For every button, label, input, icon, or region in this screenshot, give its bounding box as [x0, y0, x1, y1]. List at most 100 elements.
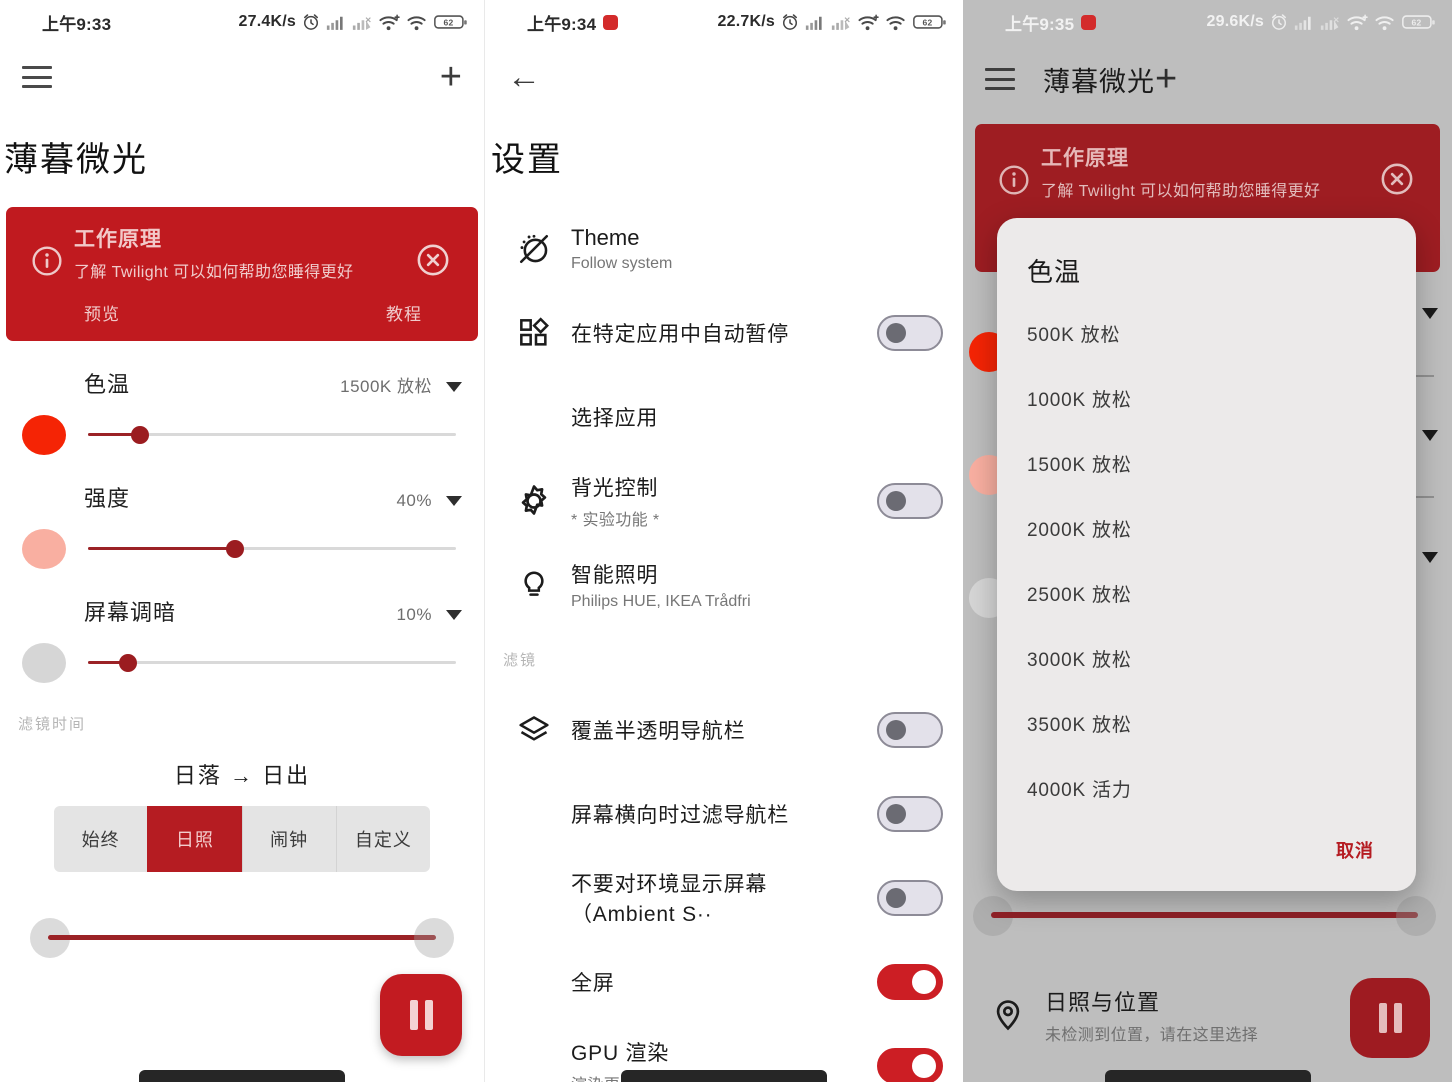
recording-indicator-icon [603, 14, 619, 30]
phone-screen-temperature-dialog: 上午9:35 29.6K/s 62 薄暮微光 + 工作原理 了解 Twiligh… [963, 0, 1452, 1082]
info-icon [991, 142, 1037, 196]
status-bar-left: 上午9:35 [963, 10, 1097, 35]
back-arrow-icon[interactable]: ← [507, 60, 541, 94]
wifi-plus-icon [379, 14, 400, 30]
time-range-slider[interactable] [973, 888, 1436, 944]
wifi-icon [407, 15, 426, 30]
phone-screen-home: 上午9:33 27.4K/s 62 + 薄暮微光 工作原理 了解 Twiligh… [0, 0, 484, 1082]
banner-subtitle: 了解 Twilight 可以如何帮助您睡得更好 [1041, 183, 1321, 200]
slider-track[interactable] [88, 422, 456, 448]
settings-row-texts: Theme Follow system [571, 225, 943, 273]
status-bar-left: 上午9:33 [0, 10, 111, 35]
status-time: 上午9:35 [1005, 14, 1075, 34]
phone-screen-settings: 上午9:34 22.7K/s 62 ← 设置 Theme Follow syst… [484, 0, 963, 1082]
settings-row-title: 不要对环境显示屏幕（Ambient S·· [571, 873, 768, 926]
dialog-option-3000k[interactable]: 3000K 放松 [997, 626, 1416, 691]
settings-row-fullscreen[interactable]: 全屏 [491, 940, 957, 1024]
hamburger-icon[interactable] [985, 68, 1015, 90]
chevron-down-icon[interactable] [446, 382, 462, 392]
chevron-down-icon[interactable] [1422, 552, 1438, 563]
dialog-option-1500k[interactable]: 1500K 放松 [997, 431, 1416, 496]
alarm-icon [1272, 14, 1286, 30]
how-it-works-banner[interactable]: 工作原理 了解 Twilight 可以如何帮助您睡得更好 预览 教程 [6, 207, 478, 341]
pause-fab-button[interactable] [380, 974, 462, 1056]
slider-track[interactable] [88, 650, 456, 676]
dialog-option-4000k[interactable]: 4000K 活力 [997, 756, 1416, 821]
toggle-ambient-display[interactable] [877, 880, 943, 916]
dialog-option-1000k[interactable]: 1000K 放松 [997, 366, 1416, 431]
page-title: 设置 [491, 141, 563, 179]
plus-icon[interactable]: + [440, 58, 462, 96]
slider-knob[interactable] [226, 540, 245, 558]
wifi-plus-icon [1347, 14, 1368, 30]
plus-icon[interactable]: + [1155, 60, 1177, 98]
toggle-gpu-render[interactable] [877, 1048, 943, 1082]
tab-sunlight[interactable]: 日照 [147, 806, 242, 872]
dialog-option-2000k[interactable]: 2000K 放松 [997, 496, 1416, 561]
network-speed: 22.7K/s [717, 13, 775, 30]
slider-label: 屏幕调暗 [84, 600, 177, 625]
slider-value: 1500K 放松 [340, 377, 432, 396]
home-indicator [621, 1070, 827, 1082]
toggle-backlight-control[interactable] [877, 483, 943, 519]
slider-label: 色温 [84, 372, 131, 397]
slider-knob[interactable] [130, 426, 149, 444]
settings-row-texts: 选择应用 [571, 402, 943, 432]
dialog-option-500k[interactable]: 500K 放松 [997, 301, 1416, 366]
settings-row-smart-lighting[interactable]: 智能照明 Philips HUE, IKEA Trådfri [491, 543, 957, 627]
slider-row [22, 529, 462, 569]
banner-subtitle: 了解 Twilight 可以如何帮助您睡得更好 [74, 264, 354, 281]
toggle-overlay-navbar[interactable] [877, 712, 943, 748]
battery-icon: 62 [434, 15, 467, 29]
settings-row-ambient-display[interactable]: 不要对环境显示屏幕（Ambient S·· [491, 856, 957, 940]
dialog-cancel-button[interactable]: 取消 [1336, 837, 1374, 863]
recording-indicator-icon [1081, 14, 1097, 30]
signal-bars-icon-2 [831, 17, 850, 30]
settings-row-backlight-control[interactable]: 背光控制 * 实验功能 * [491, 459, 957, 543]
time-range-slider[interactable] [30, 908, 454, 968]
close-circle-icon[interactable] [406, 223, 460, 277]
status-bar-right: 22.7K/s 62 [718, 12, 963, 32]
chevron-down-icon[interactable] [1422, 430, 1438, 441]
color-temperature-dialog: 色温 500K 放松 1000K 放松 1500K 放松 2000K 放松 25… [997, 218, 1416, 891]
chevron-down-icon[interactable] [446, 496, 462, 506]
toggle-fullscreen[interactable] [877, 964, 943, 1000]
battery-icon: 62 [913, 15, 946, 29]
settings-row-title: 选择应用 [571, 407, 659, 430]
slider-knob[interactable] [119, 654, 138, 672]
close-circle-icon[interactable] [1370, 142, 1424, 196]
tab-custom[interactable]: 自定义 [335, 806, 430, 872]
pause-fab-button[interactable] [1350, 978, 1430, 1058]
settings-row-texts: 全屏 [571, 967, 877, 997]
tab-always[interactable]: 始终 [54, 806, 147, 872]
chevron-down-icon[interactable] [446, 610, 462, 620]
settings-row-select-apps[interactable]: 选择应用 [491, 375, 957, 459]
settings-row-theme[interactable]: Theme Follow system [491, 207, 957, 291]
settings-row-landscape-navbar[interactable]: 屏幕横向时过滤导航栏 [491, 772, 957, 856]
range-handle-end[interactable] [1396, 896, 1436, 936]
settings-row-subtitle: * 实验功能 * [571, 512, 660, 529]
hamburger-icon[interactable] [22, 66, 52, 88]
range-handle-end[interactable] [414, 918, 454, 958]
status-bar: 上午9:34 22.7K/s 62 [485, 0, 963, 44]
dialog-option-3500k[interactable]: 3500K 放松 [997, 691, 1416, 756]
wifi-icon [1375, 15, 1394, 30]
toggle-landscape-navbar[interactable] [877, 796, 943, 832]
settings-row-auto-pause-apps[interactable]: 在特定应用中自动暂停 [491, 291, 957, 375]
color-swatch [22, 643, 66, 683]
banner-preview-button[interactable]: 预览 [84, 300, 120, 325]
chevron-down-icon[interactable] [1422, 308, 1438, 319]
app-bar: ← [485, 44, 963, 110]
slider-track[interactable] [88, 536, 456, 562]
settings-row-subtitle: Follow system [571, 255, 673, 272]
slider-color-temperature: 色温 1500K 放松 [0, 341, 484, 455]
signal-bars-icon-2 [1320, 17, 1339, 30]
app-bar: 薄暮微光 + [963, 44, 1452, 114]
banner-tutorial-button[interactable]: 教程 [386, 300, 422, 325]
appbar-title: 薄暮微光 [1043, 66, 1155, 97]
toggle-auto-pause-apps[interactable] [877, 315, 943, 351]
filter-mode-tabs: 始终 日照 闹钟 自定义 [54, 806, 430, 872]
settings-row-overlay-navbar[interactable]: 覆盖半透明导航栏 [491, 688, 957, 772]
tab-alarm[interactable]: 闹钟 [241, 806, 336, 872]
dialog-option-2500k[interactable]: 2500K 放松 [997, 561, 1416, 626]
